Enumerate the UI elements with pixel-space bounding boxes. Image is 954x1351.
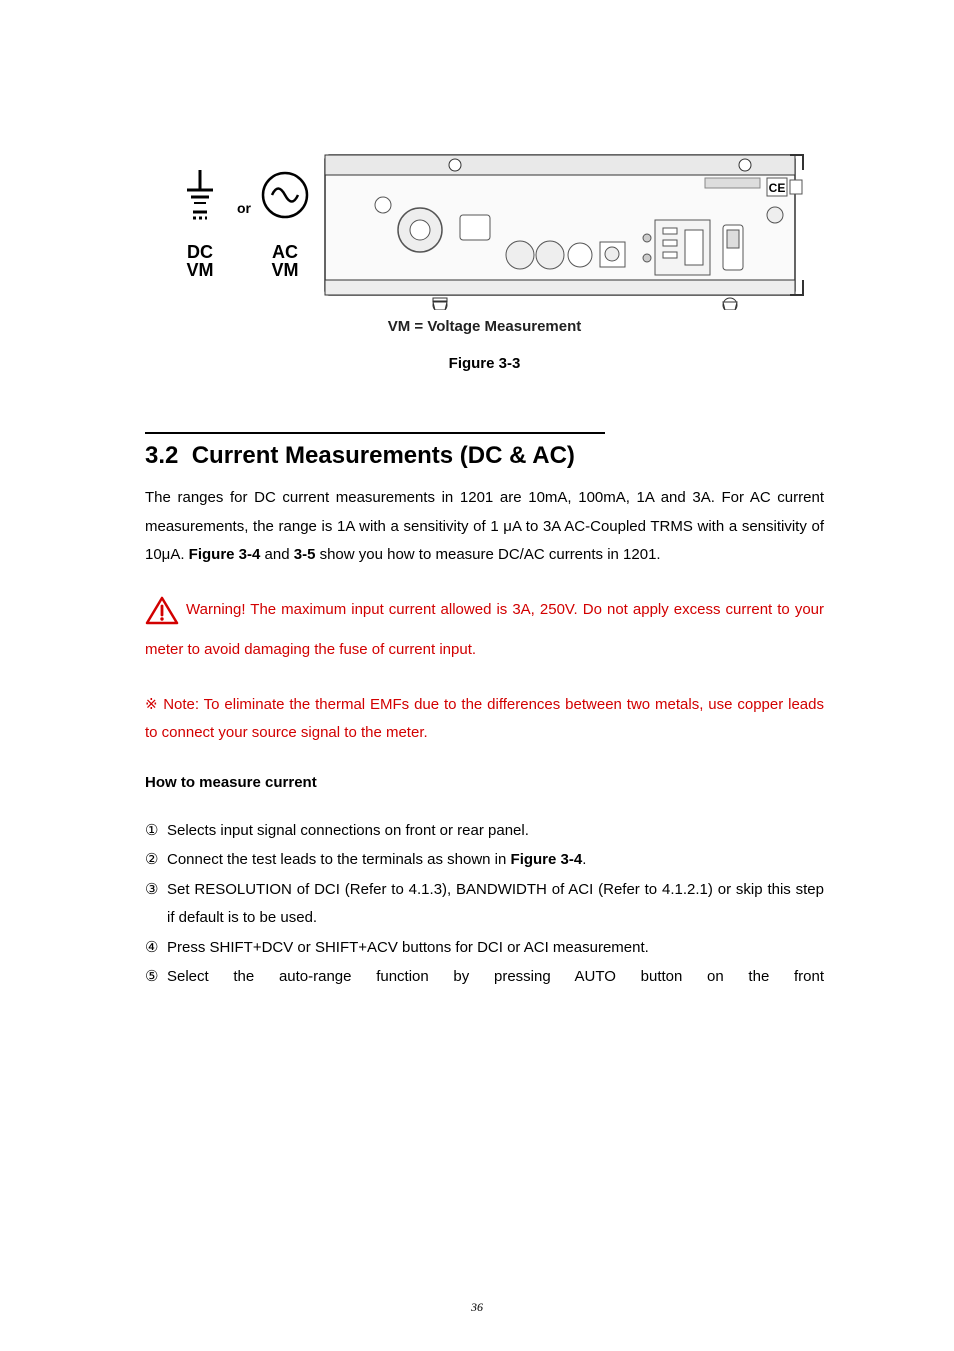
steps-list: ① Selects input signal connections on fr… — [145, 817, 824, 992]
svg-text:AC: AC — [272, 242, 298, 262]
note-paragraph: ※ Note: To eliminate the thermal EMFs du… — [145, 691, 824, 748]
section-heading: 3.2 Current Measurements (DC & AC) — [145, 442, 824, 470]
list-item: ④ Press SHIFT+DCV or SHIFT+ACV buttons f… — [145, 934, 824, 962]
warning-icon — [145, 596, 179, 637]
list-num-4: ④ — [145, 934, 167, 962]
list-num-5: ⑤ — [145, 963, 167, 991]
list-item: ⑤ Select the auto-range function by pres… — [145, 963, 824, 991]
page-number: 36 — [0, 1300, 954, 1315]
list-num-3: ③ — [145, 876, 167, 932]
list-item: ③ Set RESOLUTION of DCI (Refer to 4.1.3)… — [145, 876, 824, 932]
intro-paragraph: The ranges for DC current measurements i… — [145, 484, 824, 570]
vm-caption: VM = Voltage Measurement — [145, 318, 824, 335]
figure-3-3: DC VM or AC VM — [145, 120, 824, 335]
svg-text:VM: VM — [186, 260, 213, 280]
list-num-2: ② — [145, 846, 167, 874]
svg-text:CE: CE — [768, 181, 785, 195]
warning-paragraph: Warning! The maximum input current allow… — [145, 596, 824, 665]
svg-text:DC: DC — [187, 242, 213, 262]
section-number: 3.2 — [145, 442, 178, 469]
section-divider — [145, 432, 605, 434]
figure-label: Figure 3-3 — [145, 355, 824, 372]
svg-text:VM: VM — [271, 260, 298, 280]
section-title: Current Measurements (DC & AC) — [192, 442, 575, 469]
list-num-1: ① — [145, 817, 167, 845]
list-item: ② Connect the test leads to the terminal… — [145, 846, 824, 874]
howto-heading: How to measure current — [145, 774, 824, 791]
svg-text:or: or — [237, 200, 252, 216]
device-diagram: DC VM or AC VM — [165, 120, 805, 310]
list-item: ① Selects input signal connections on fr… — [145, 817, 824, 845]
